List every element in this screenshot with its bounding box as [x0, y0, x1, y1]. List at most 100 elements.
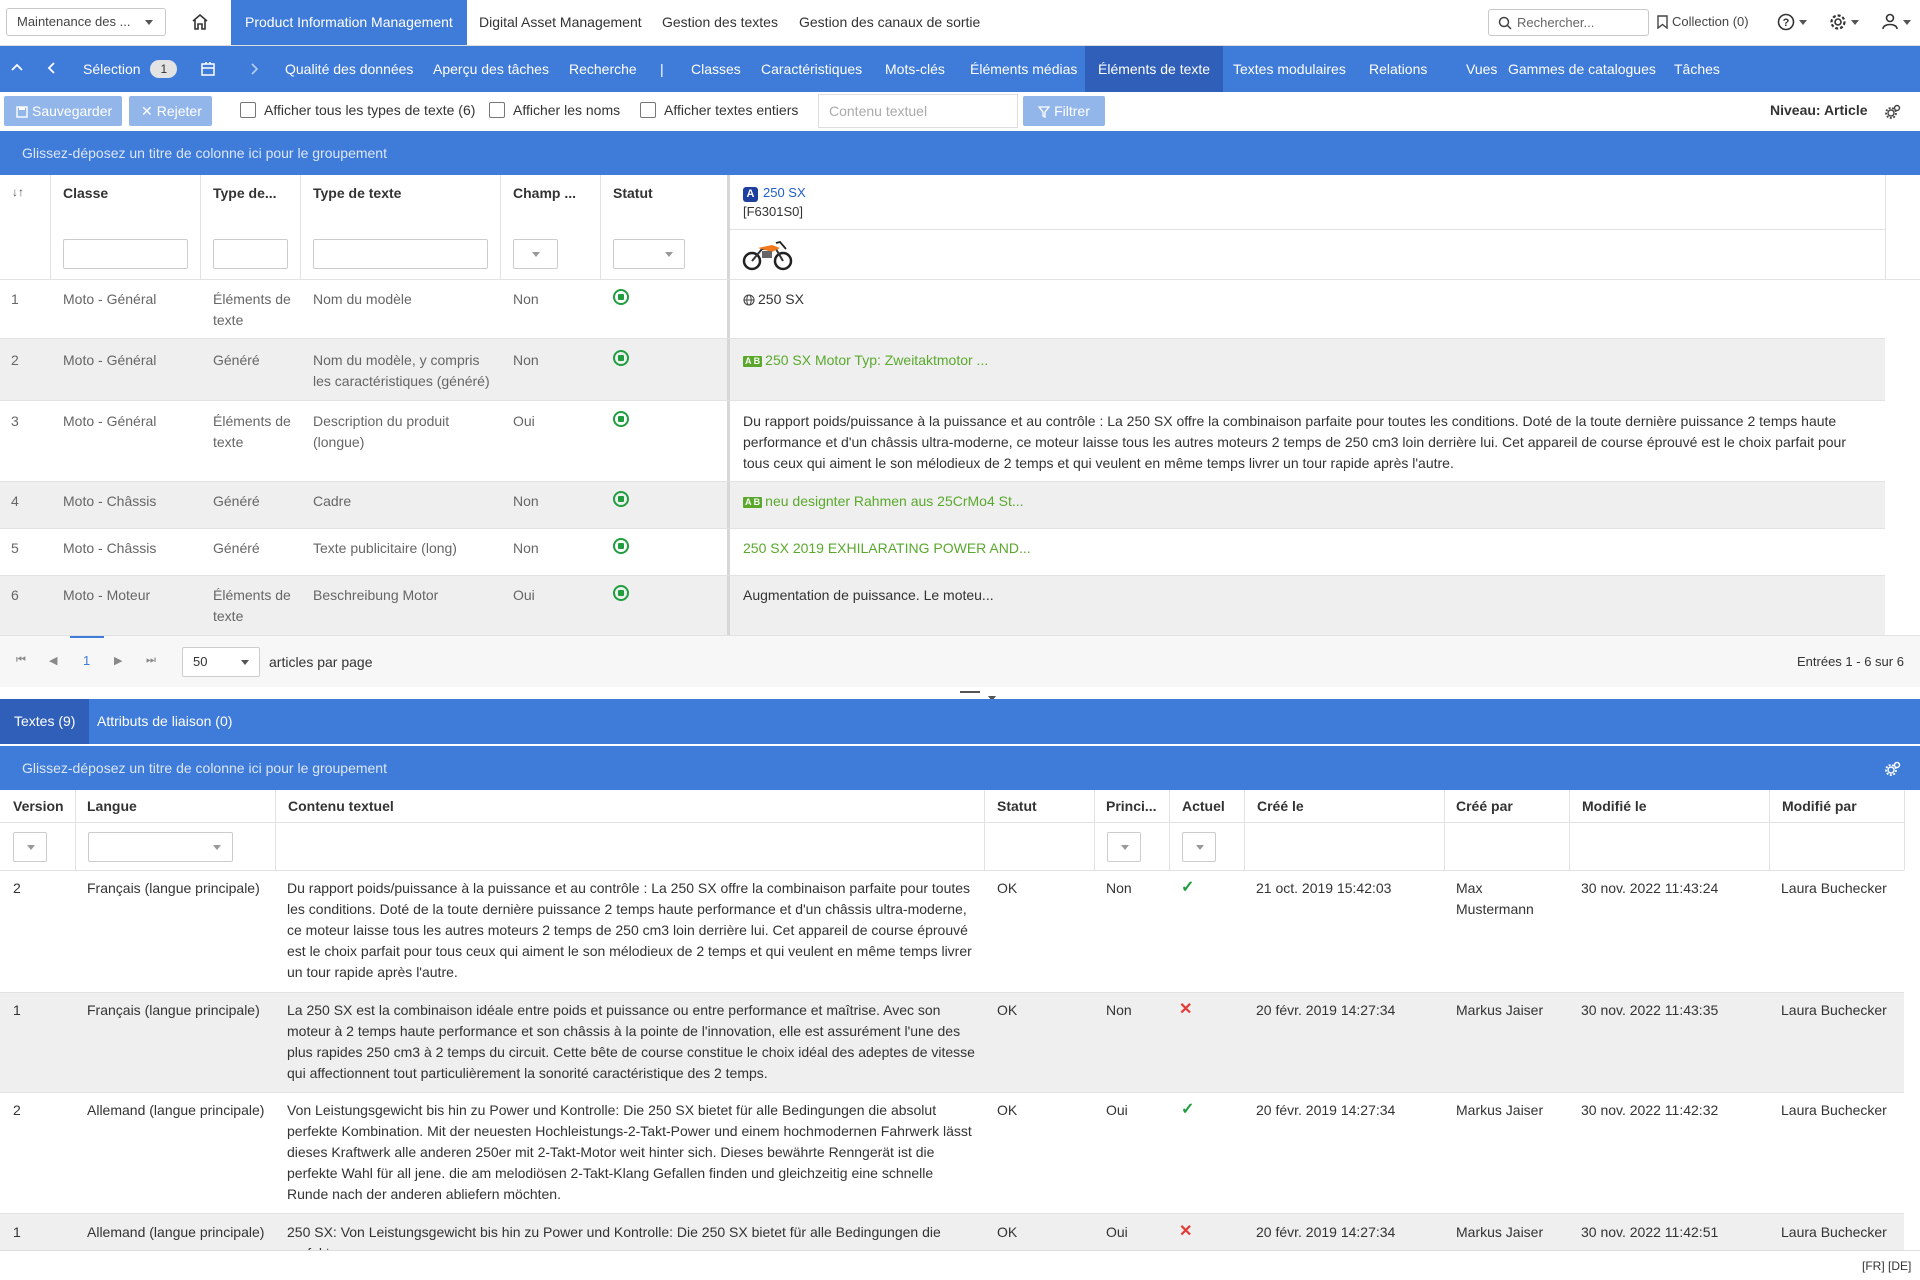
row-divider	[0, 1213, 1904, 1214]
collection-button[interactable]: Collection (0)	[1657, 14, 1749, 30]
cell-article-value[interactable]: A Bneu designter Rahmen aus 25CrMo4 St..…	[743, 491, 1024, 512]
show-names-checkbox[interactable]	[489, 102, 505, 118]
user-menu[interactable]	[1881, 12, 1911, 33]
filter-language-select[interactable]	[88, 832, 233, 862]
nav-dam[interactable]: Digital Asset Management	[465, 0, 656, 45]
cell-article-value[interactable]: Augmentation de puissance. Le moteu...	[743, 585, 994, 606]
filter-current-select[interactable]	[1182, 832, 1216, 862]
next-page-icon[interactable]: ▶	[114, 654, 122, 667]
forward-icon[interactable]	[248, 62, 260, 79]
filter-type-input[interactable]	[213, 239, 288, 269]
tab-link-attributes[interactable]: Attributs de liaison (0)	[83, 699, 246, 744]
first-page-icon[interactable]: ⏮	[16, 654, 26, 667]
content-filter-placeholder: Contenu textuel	[829, 103, 928, 119]
col-header-status[interactable]: Statut	[613, 185, 713, 201]
col-header-content[interactable]: Contenu textuel	[288, 798, 394, 814]
col-divider	[1169, 790, 1170, 870]
prev-page-icon[interactable]: ◀	[49, 654, 57, 667]
cell-article-value[interactable]: 250 SX	[743, 289, 804, 310]
article-name[interactable]: 250 SX	[763, 185, 806, 200]
last-page-icon[interactable]: ⏭	[146, 654, 156, 667]
grid-settings-icon[interactable]	[1885, 760, 1902, 777]
page-number[interactable]: 1	[83, 653, 90, 668]
col-divider	[1094, 790, 1095, 870]
group-by-bar[interactable]: Glissez-déposez un titre de colonne ici …	[0, 131, 1920, 175]
col-header-modified-by[interactable]: Modifié par	[1782, 798, 1857, 814]
cell-created-by: Max Mustermann	[1456, 880, 1534, 917]
filter-class-input[interactable]	[63, 239, 188, 269]
group-by-bar-lower[interactable]: Glissez-déposez un titre de colonne ici …	[0, 746, 1920, 790]
splitter-handle[interactable]	[960, 691, 980, 693]
nav-catalog-ranges[interactable]: Gammes de catalogues	[1495, 46, 1669, 92]
cell-text-type: Nom du modèle, y compris les caractérist…	[313, 352, 490, 389]
col-header-field[interactable]: Champ ...	[513, 185, 593, 201]
col-header-language[interactable]: Langue	[87, 798, 137, 814]
filter-button[interactable]: Filtrer	[1023, 96, 1105, 126]
search-box[interactable]: Rechercher...	[1488, 9, 1649, 36]
nav-output-channels[interactable]: Gestion des canaux de sortie	[785, 0, 994, 45]
nav-task-overview[interactable]: Aperçu des tâches	[420, 46, 562, 92]
nav-tasks[interactable]: Tâches	[1661, 46, 1733, 92]
close-icon: ✕	[141, 103, 153, 119]
col-header-principal[interactable]: Princi...	[1106, 798, 1164, 814]
home-icon[interactable]	[190, 12, 210, 35]
filter-principal-select[interactable]	[1107, 832, 1141, 862]
nav-modular-texts[interactable]: Textes modulaires	[1220, 46, 1359, 92]
nav-text-management[interactable]: Gestion des textes	[648, 0, 792, 45]
back-icon[interactable]	[45, 61, 59, 78]
col-header-modified-on[interactable]: Modifié le	[1582, 798, 1647, 814]
context-select[interactable]: Maintenance des ...	[6, 8, 166, 36]
status-bar: [FR] [DE]	[0, 1250, 1920, 1280]
row-divider	[0, 481, 1885, 482]
article-column-header[interactable]: A 250 SX [F6301S0]	[743, 185, 806, 222]
nav-characteristics[interactable]: Caractéristiques	[748, 46, 875, 92]
svg-text:?: ?	[1783, 17, 1790, 29]
cell-article-value[interactable]: A B 250 SX Motor Typ: Zweitaktmotor ...	[743, 350, 988, 371]
cell-content[interactable]: Von Leistungsgewicht bis hin zu Power un…	[287, 1100, 977, 1205]
selection-button[interactable]: Sélection 1	[70, 46, 190, 92]
nav-search[interactable]: Recherche	[556, 46, 650, 92]
grid-settings-icon[interactable]	[1885, 103, 1902, 123]
tab-texts[interactable]: Textes (9)	[0, 699, 90, 744]
filter-status-select[interactable]	[613, 239, 685, 269]
save-button[interactable]: Sauvegarder	[4, 96, 122, 126]
col-header-current[interactable]: Actuel	[1182, 798, 1225, 814]
header-divider	[0, 822, 1904, 823]
show-all-types-checkbox[interactable]	[240, 102, 256, 118]
nav-relations[interactable]: Relations	[1356, 46, 1440, 92]
cell-article-value[interactable]: Du rapport poids/puissance à la puissanc…	[743, 411, 1873, 474]
help-menu[interactable]: ?	[1777, 13, 1807, 34]
sort-icon[interactable]: ↓↑	[12, 185, 24, 199]
nav-text-elements[interactable]: Éléments de texte	[1085, 46, 1224, 92]
collapse-icon[interactable]	[10, 61, 24, 78]
col-header-type[interactable]: Type de...	[213, 185, 293, 201]
cell-content[interactable]: Du rapport poids/puissance à la puissanc…	[287, 878, 977, 983]
filter-field-select[interactable]	[513, 239, 558, 269]
nav-pim[interactable]: Product Information Management	[231, 0, 467, 45]
nav-keywords[interactable]: Mots-clés	[872, 46, 958, 92]
col-header-created-by[interactable]: Créé par	[1456, 798, 1513, 814]
col-header-created-on[interactable]: Créé le	[1257, 798, 1304, 814]
nav-media-elements[interactable]: Éléments médias	[957, 46, 1090, 92]
col-header-version[interactable]: Version	[13, 798, 64, 814]
col-header-class[interactable]: Classe	[63, 185, 193, 201]
cell-content[interactable]: La 250 SX est la combinaison idéale entr…	[287, 1000, 977, 1084]
language-indicator[interactable]: [FR] [DE]	[1862, 1259, 1911, 1273]
settings-menu[interactable]	[1829, 13, 1859, 34]
reject-button[interactable]: ✕ Rejeter	[129, 96, 212, 126]
cell-content[interactable]: 250 SX: Von Leistungsgewicht bis hin zu …	[287, 1222, 977, 1250]
filter-version-select[interactable]	[13, 832, 47, 862]
cell-created-on: 20 févr. 2019 14:27:34	[1256, 1102, 1396, 1118]
col-header-status[interactable]: Statut	[997, 798, 1037, 814]
show-full-texts-checkbox[interactable]	[640, 102, 656, 118]
cell-class: Moto - Général	[63, 413, 157, 429]
page-size-select[interactable]: 50	[182, 647, 260, 677]
save-selection-icon[interactable]	[200, 61, 216, 80]
nav-classes[interactable]: Classes	[678, 46, 754, 92]
content-filter-input[interactable]: Contenu textuel	[818, 94, 1018, 128]
col-header-text-type[interactable]: Type de texte	[313, 185, 493, 201]
chevron-down-icon	[1799, 20, 1807, 25]
cell-article-value[interactable]: 250 SX 2019 EXHILARATING POWER AND...	[743, 538, 1031, 559]
nav-data-quality[interactable]: Qualité des données	[272, 46, 426, 92]
filter-text-type-input[interactable]	[313, 239, 488, 269]
